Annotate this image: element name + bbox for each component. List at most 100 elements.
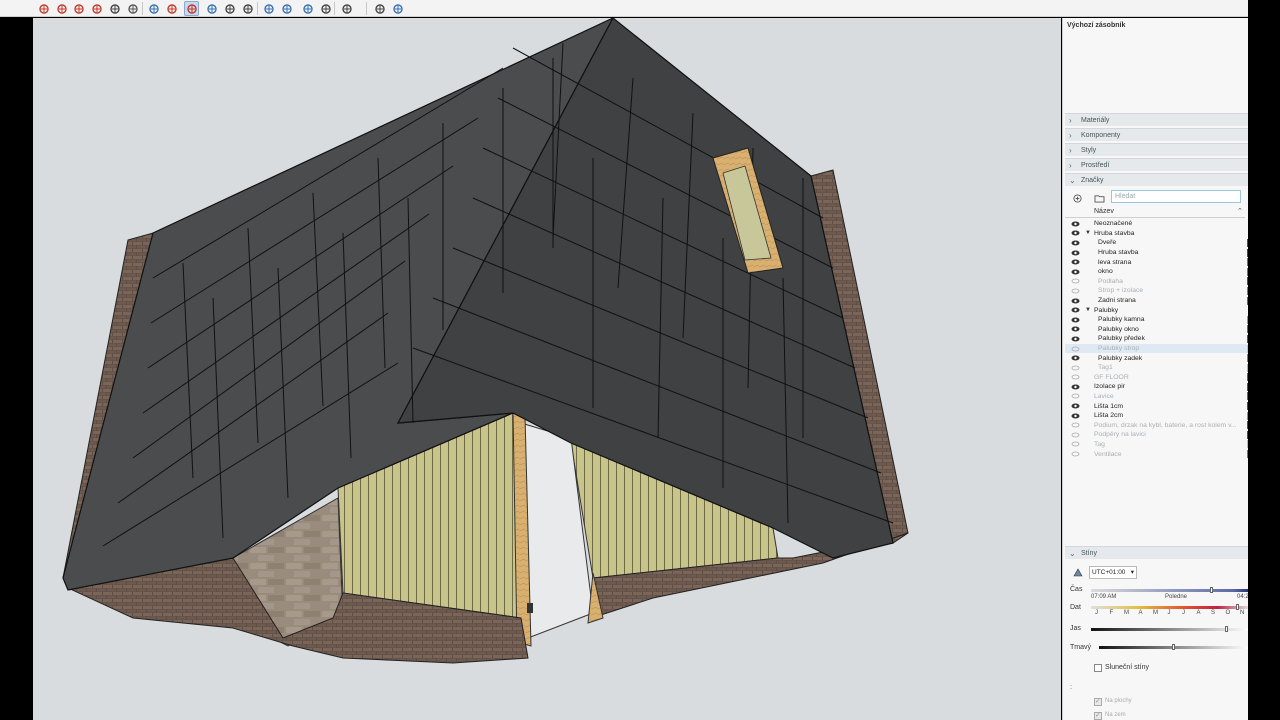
outliner-icon[interactable] — [318, 1, 333, 16]
eye-closed-icon[interactable] — [1071, 432, 1080, 438]
on-ground-checkbox[interactable] — [1094, 711, 1102, 720]
tag-row[interactable]: Palubky strop — [1065, 343, 1251, 354]
eye-closed-icon[interactable] — [1071, 422, 1080, 428]
tag-row[interactable]: Palubky kamna — [1065, 315, 1251, 325]
expand-triangle-icon[interactable]: ▼ — [1085, 307, 1091, 313]
section-components[interactable]: › Komponenty — [1065, 128, 1249, 141]
tag-row[interactable]: Tag1 — [1065, 363, 1251, 373]
shadow-toggle-icon[interactable] — [1073, 568, 1083, 579]
add-tag-icon[interactable] — [1071, 192, 1083, 204]
eye-closed-icon[interactable] — [1071, 288, 1080, 294]
tag-row[interactable]: Podlaha — [1065, 277, 1251, 287]
tag-name: Palubky kamna — [1098, 316, 1145, 324]
classifier-icon[interactable] — [339, 1, 354, 16]
model-view[interactable] — [33, 18, 1061, 720]
eye-icon[interactable] — [1071, 336, 1080, 342]
eye-closed-icon[interactable] — [1071, 393, 1080, 399]
tag-row[interactable]: Palubky předek — [1065, 334, 1251, 344]
tag-row[interactable]: Palubky zadek — [1065, 353, 1251, 363]
date-slider[interactable] — [1091, 606, 1249, 609]
push-pull-icon[interactable] — [54, 1, 69, 16]
section-plane-icon[interactable] — [107, 1, 122, 16]
tag-row[interactable]: Zadni strana — [1065, 296, 1251, 306]
zoom-extents-icon[interactable] — [261, 1, 276, 16]
tag-row[interactable]: ▼ Hruba stavba — [1065, 229, 1249, 239]
time-slider-thumb[interactable] — [1210, 587, 1213, 593]
eye-closed-icon[interactable] — [1071, 374, 1080, 380]
eye-closed-icon[interactable] — [1071, 451, 1080, 457]
add-folder-icon[interactable] — [1093, 192, 1105, 204]
section-materials[interactable]: › Materiály — [1065, 113, 1249, 126]
section-styles[interactable]: › Styly — [1065, 143, 1249, 156]
eye-icon[interactable] — [1071, 250, 1080, 256]
eye-icon[interactable] — [1071, 355, 1080, 361]
tag-row[interactable]: leva strana — [1065, 257, 1251, 267]
on-faces-checkbox[interactable] — [1094, 697, 1102, 706]
eye-icon[interactable] — [1071, 240, 1080, 246]
tag-name: Podpěry na lavici — [1094, 431, 1146, 439]
offset-icon[interactable] — [89, 1, 104, 16]
tape-measure-icon[interactable] — [125, 1, 140, 16]
zoom-icon[interactable] — [240, 1, 255, 16]
tag-row[interactable]: Ventilace — [1065, 449, 1251, 459]
walk-icon[interactable] — [184, 1, 199, 16]
previous-view-icon[interactable] — [279, 1, 294, 16]
eye-icon[interactable] — [1071, 326, 1080, 332]
section-tags[interactable]: ⌄ Značky — [1065, 173, 1249, 186]
timezone-select[interactable]: UTC+01:00 ▾ — [1089, 566, 1137, 579]
eye-icon[interactable] — [1071, 230, 1080, 236]
look-around-icon[interactable] — [204, 1, 219, 16]
eye-closed-icon[interactable] — [1071, 346, 1080, 352]
pan-icon[interactable] — [222, 1, 237, 16]
expand-triangle-icon[interactable]: ▼ — [1085, 230, 1091, 236]
tag-row[interactable]: Lišta 1cm — [1065, 401, 1251, 411]
chevron-right-icon: › — [1069, 130, 1072, 140]
eye-icon[interactable] — [1071, 221, 1080, 227]
tag-search-input[interactable]: Hledat — [1111, 190, 1241, 203]
new-model-icon[interactable] — [390, 1, 405, 16]
eye-closed-icon[interactable] — [1071, 365, 1080, 371]
tag-row[interactable]: Neoznačené — [1065, 219, 1249, 229]
eye-closed-icon[interactable] — [1071, 278, 1080, 284]
eye-icon[interactable] — [1071, 307, 1080, 313]
tag-row[interactable]: Podpěry na lavici — [1065, 430, 1251, 440]
tag-name: Palubky předek — [1098, 335, 1145, 343]
tag-row[interactable]: Hruba stavba — [1065, 248, 1251, 258]
dark-slider-thumb[interactable] — [1172, 644, 1175, 650]
tag-row[interactable]: Lavice — [1065, 392, 1251, 402]
3d-viewport[interactable] — [33, 18, 1061, 720]
profile-icon[interactable] — [372, 1, 387, 16]
tag-name: Zadni strana — [1098, 297, 1136, 305]
section-environment[interactable]: › Prostředí — [1065, 158, 1249, 171]
tag-row[interactable]: Palubky okno — [1065, 325, 1251, 335]
rotate-icon[interactable] — [71, 1, 86, 16]
tag-column-header[interactable]: Název ⌃ — [1065, 207, 1245, 218]
tag-row[interactable]: Dveře — [1065, 238, 1251, 248]
section-shadows[interactable]: ⌄ Stíny — [1065, 546, 1249, 559]
eye-icon[interactable] — [1071, 384, 1080, 390]
move-icon[interactable] — [36, 1, 51, 16]
tag-row[interactable]: okno — [1065, 267, 1251, 277]
generate-report-icon[interactable] — [300, 1, 315, 16]
orbit-icon[interactable] — [164, 1, 179, 16]
protractor-icon[interactable] — [146, 1, 161, 16]
eye-icon[interactable] — [1071, 413, 1080, 419]
eye-icon[interactable] — [1071, 259, 1080, 265]
section-label: Značky — [1081, 176, 1104, 184]
eye-icon[interactable] — [1071, 317, 1080, 323]
eye-icon[interactable] — [1071, 269, 1080, 275]
tag-row[interactable]: Lišta 2cm — [1065, 411, 1251, 421]
tag-row[interactable]: Izolace pir — [1065, 382, 1251, 392]
tag-row[interactable]: Tag — [1065, 440, 1251, 450]
eye-closed-icon[interactable] — [1071, 441, 1080, 447]
eye-icon[interactable] — [1071, 298, 1080, 304]
tag-row[interactable]: Strop + izolace — [1065, 286, 1251, 296]
brightness-slider-thumb[interactable] — [1225, 626, 1228, 632]
sun-shadows-checkbox[interactable] — [1094, 664, 1102, 672]
eye-icon[interactable] — [1071, 403, 1080, 409]
time-slider[interactable] — [1091, 589, 1249, 592]
date-slider-thumb[interactable] — [1236, 604, 1239, 610]
tag-row[interactable]: Podium, drzak na kybl, baterie, a rost k… — [1065, 420, 1251, 430]
tag-row[interactable]: GF FLOOR — [1065, 373, 1251, 383]
tag-row[interactable]: ▼ Palubky — [1065, 305, 1249, 315]
